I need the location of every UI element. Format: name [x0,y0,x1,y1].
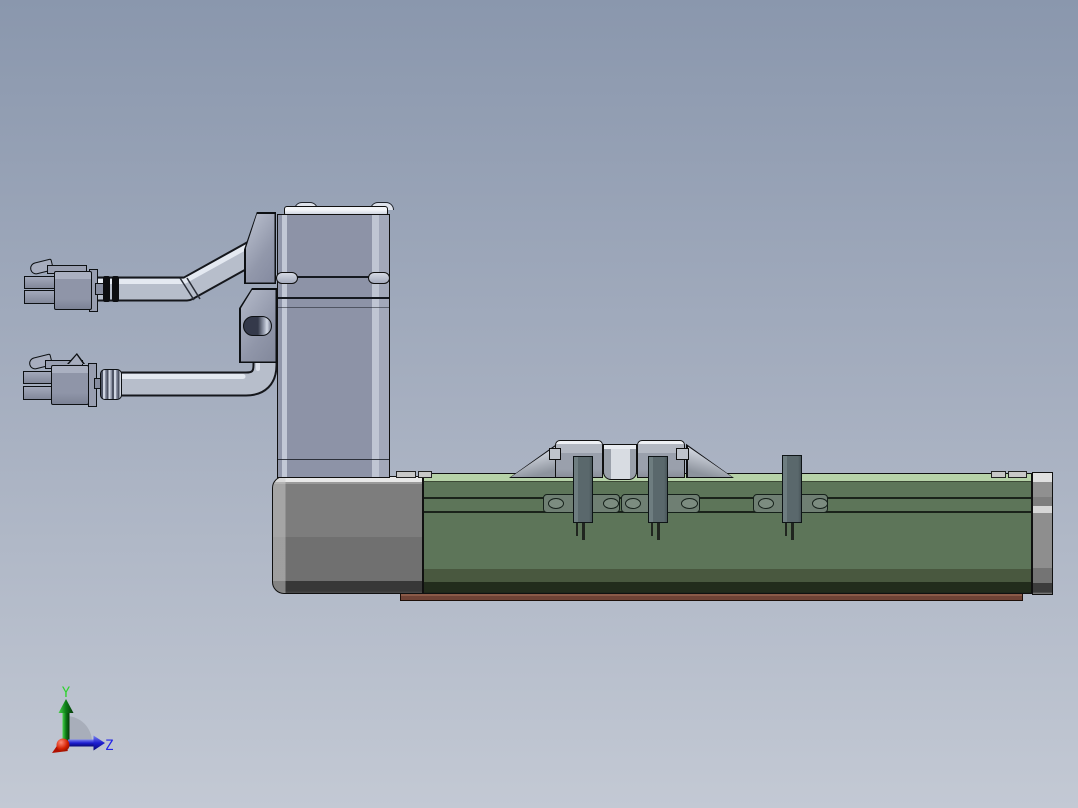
cable-entry-block-upper-face [245,213,275,283]
slot-hole [758,498,774,509]
cable-band [112,276,119,302]
slot-hole [603,498,619,509]
slot-hole [812,498,828,509]
sensor-pin [785,523,787,536]
strip-clamp-tab[interactable] [418,471,432,478]
carriage-latch-tab-right[interactable] [676,448,689,460]
cable-band [103,276,110,302]
sensor-pin [576,523,578,536]
connector-lower-prong [23,371,54,384]
base-plate-strip[interactable] [400,593,1023,601]
motor-seam [278,297,389,299]
y-axis-arrowhead [58,699,74,713]
connector-upper-body[interactable] [54,271,92,310]
connector-lower-body[interactable] [51,365,89,405]
strain-relief-bellows [100,369,122,400]
strip-clamp-tab[interactable] [991,471,1006,478]
strip-clamp-tab[interactable] [396,471,416,478]
sensor-post[interactable] [782,455,802,523]
strip-clamp-tab[interactable] [1008,471,1027,478]
motor-body[interactable] [277,214,390,478]
sensor-pin [651,523,653,536]
x-axis-cone [52,740,68,753]
z-axis-shaft [68,739,95,747]
motor-flange-boss [276,272,298,284]
y-axis-label: Y [62,685,71,701]
carriage-latch-tab-left[interactable] [549,448,561,460]
rail-extrusion[interactable] [423,473,1032,594]
connector-lower-prong [23,386,54,400]
sensor-post[interactable] [573,456,593,523]
rail-groove-upper [424,497,1031,499]
cable-layer [96,239,278,397]
carriage-center-slide[interactable] [603,444,637,480]
connector-upper-prong [24,290,56,304]
sensor-pin [791,523,794,540]
slot-hole [548,498,564,509]
motor-housing-block[interactable] [272,476,423,594]
axis-sector [66,716,92,742]
sensor-pin [582,523,585,540]
sensor-pin [657,523,660,540]
rail-groove-lower [424,511,1031,513]
x-axis-origin [56,738,70,752]
motor-seam [278,307,389,308]
y-axis-shaft [62,711,70,743]
motor-flange-boss [368,272,390,284]
slot-hole [681,498,698,509]
axis-triad: Y Z [52,685,113,754]
slot-hole [625,498,641,509]
connector-upper-prong [24,276,56,289]
cable-gland-bore [243,316,272,336]
motor-seam [278,459,389,460]
z-axis-arrowhead [93,735,105,751]
carriage-center-highlight [604,445,636,449]
z-axis-label: Z [105,738,113,754]
motor-cable-upper[interactable] [96,239,264,302]
sensor-post[interactable] [648,456,668,523]
rail-end-cap[interactable] [1032,472,1053,595]
cad-viewport[interactable]: Y Z [0,0,1078,808]
